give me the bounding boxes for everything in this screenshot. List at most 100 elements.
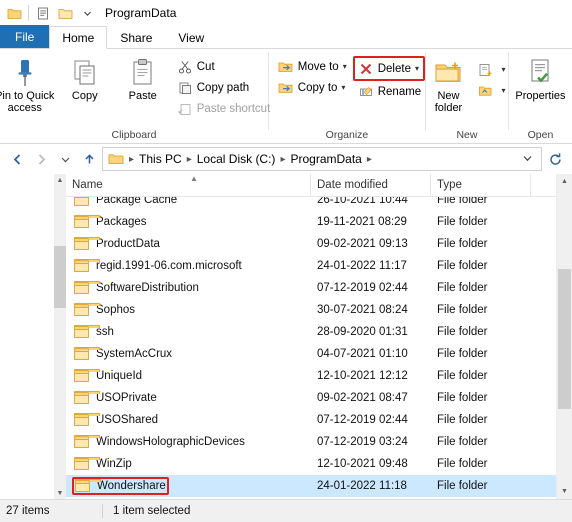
copy-path-button[interactable]: Copy path: [172, 77, 275, 98]
column-header-name[interactable]: Name: [66, 174, 311, 196]
forward-arrow-icon[interactable]: [30, 148, 52, 170]
table-row[interactable]: UniqueId 12-10-2021 12:12 File folder: [66, 365, 556, 387]
move-to-caret-icon[interactable]: ▾: [343, 62, 347, 71]
crumb-sep-2[interactable]: ▸: [278, 154, 287, 165]
row-name-box[interactable]: Package Cache: [72, 197, 179, 208]
crumb-sep-0[interactable]: ▸: [127, 154, 136, 165]
paste-shortcut-button[interactable]: Paste shortcut: [172, 98, 275, 119]
row-name-box[interactable]: SystemAcCrux: [72, 346, 174, 362]
copy-to-caret-icon[interactable]: ▾: [341, 83, 345, 92]
crumb-sep-3[interactable]: ▸: [365, 154, 374, 165]
file-list-scrollbar[interactable]: ▲ ▼: [556, 174, 572, 499]
row-name-box[interactable]: ssh: [72, 324, 116, 340]
breadcrumb-programdata[interactable]: ProgramData: [287, 149, 364, 169]
column-header-type[interactable]: Type: [431, 174, 531, 196]
row-name-box[interactable]: Wondershare: [72, 477, 169, 495]
row-type-cell: File folder: [437, 282, 488, 294]
copy-to-button[interactable]: Copy to ▾: [273, 77, 351, 98]
address-dropdown-caret[interactable]: [516, 154, 539, 165]
folder-icon: [74, 303, 100, 317]
list-scroll-up-arrow[interactable]: ▲: [557, 174, 572, 189]
pin-to-quick-access-label: Pin to Quick access: [0, 90, 55, 114]
table-row[interactable]: Package Cache 26-10-2021 10:44 File folder: [66, 197, 556, 211]
copy-icon: [71, 56, 99, 90]
row-name-box[interactable]: ProductData: [72, 236, 162, 252]
row-name-box[interactable]: Sophos: [72, 302, 137, 318]
new-item-button[interactable]: ▾: [472, 59, 509, 80]
row-name-box[interactable]: Packages: [72, 214, 149, 230]
new-small-buttons: ▾ ▾: [472, 53, 509, 101]
address-path-box[interactable]: ▸ This PC ▸ Local Disk (C:) ▸ ProgramDat…: [102, 147, 542, 171]
row-date-cell: 19-11-2021 08:29: [317, 216, 407, 228]
row-name-box[interactable]: UniqueId: [72, 368, 144, 384]
folder-icon: [74, 197, 90, 207]
delete-label: Delete: [377, 62, 411, 75]
move-to-button[interactable]: Move to ▾: [273, 56, 351, 77]
row-name-cell: ssh: [66, 324, 311, 340]
tab-home[interactable]: Home: [49, 26, 108, 49]
table-row[interactable]: Sophos 30-07-2021 08:24 File folder: [66, 299, 556, 321]
table-row[interactable]: USOPrivate 09-02-2021 08:47 File folder: [66, 387, 556, 409]
table-row[interactable]: ssh 28-09-2020 01:31 File folder: [66, 321, 556, 343]
delete-caret-icon[interactable]: ▾: [415, 64, 419, 73]
row-name-box[interactable]: WinZip: [72, 456, 134, 472]
table-row[interactable]: WinZip 12-10-2021 09:48 File folder: [66, 453, 556, 475]
breadcrumb-this-pc[interactable]: This PC: [136, 149, 185, 169]
row-name-box[interactable]: WindowsHolographicDevices: [72, 434, 247, 450]
new-folder-qat-icon[interactable]: [55, 3, 75, 23]
up-arrow-icon[interactable]: [78, 148, 100, 170]
table-row[interactable]: USOShared 07-12-2019 02:44 File folder: [66, 409, 556, 431]
folder-icon: [74, 391, 100, 405]
tab-share[interactable]: Share: [107, 26, 165, 48]
column-header-date-modified[interactable]: Date modified: [311, 174, 431, 196]
nav-scroll-down-arrow[interactable]: ▼: [54, 487, 66, 499]
file-explorer-icon[interactable]: [4, 3, 24, 23]
table-row[interactable]: WindowsHolographicDevices 07-12-2019 03:2…: [66, 431, 556, 453]
new-item-icon: [476, 62, 494, 78]
refresh-icon[interactable]: [544, 148, 566, 170]
cut-button[interactable]: Cut: [172, 56, 275, 77]
table-row[interactable]: Wondershare 24-01-2022 11:18 File folder: [66, 475, 556, 497]
tab-view[interactable]: View: [165, 26, 217, 48]
navigation-scrollbar[interactable]: ▲ ▼: [54, 174, 66, 499]
crumb-sep-1[interactable]: ▸: [185, 154, 194, 165]
easy-access-button[interactable]: ▾: [472, 80, 509, 101]
back-arrow-icon[interactable]: [6, 148, 28, 170]
move-to-icon: [277, 59, 295, 75]
table-row[interactable]: SystemAcCrux 04-07-2021 01:10 File folder: [66, 343, 556, 365]
recent-locations-caret[interactable]: [54, 148, 76, 170]
paste-button[interactable]: Paste: [114, 53, 172, 102]
clipboard-small-buttons: Cut Copy path Paste shortcut: [172, 53, 275, 119]
navigation-pane[interactable]: ▲ ▼: [0, 174, 66, 499]
properties-button[interactable]: Properties: [510, 53, 570, 102]
nav-scroll-thumb[interactable]: [54, 246, 66, 308]
properties-qat-icon[interactable]: [33, 3, 53, 23]
new-folder-button[interactable]: New folder: [424, 53, 472, 114]
row-name-label: USOPrivate: [96, 392, 157, 404]
column-headers: Name Date modified Type ▲: [66, 174, 556, 197]
organize-col-1: Move to ▾ Copy to ▾: [273, 53, 351, 98]
new-item-caret-icon[interactable]: ▾: [501, 65, 505, 74]
easy-access-caret-icon[interactable]: ▾: [501, 86, 505, 95]
status-selection-info: 1 item selected: [113, 505, 191, 517]
table-row[interactable]: regid.1991-06.com.microsoft 24-01-2022 11…: [66, 255, 556, 277]
customize-qat-caret[interactable]: [77, 3, 97, 23]
list-scroll-down-arrow[interactable]: ▼: [557, 484, 572, 499]
nav-scroll-up-arrow[interactable]: ▲: [54, 174, 66, 186]
row-name-box[interactable]: SoftwareDistribution: [72, 280, 201, 296]
delete-button[interactable]: Delete ▾: [352, 56, 426, 81]
row-name-box[interactable]: USOPrivate: [72, 390, 159, 406]
row-name-cell: Sophos: [66, 302, 311, 318]
copy-button[interactable]: Copy: [56, 53, 114, 102]
breadcrumb-local-disk[interactable]: Local Disk (C:): [194, 149, 279, 169]
tab-file[interactable]: File: [0, 25, 50, 48]
table-row[interactable]: ProductData 09-02-2021 09:13 File folder: [66, 233, 556, 255]
row-name-box[interactable]: USOShared: [72, 412, 160, 428]
pin-to-quick-access-button[interactable]: Pin to Quick access: [0, 53, 56, 114]
rename-button[interactable]: Rename: [353, 81, 425, 102]
list-scroll-thumb[interactable]: [558, 269, 571, 409]
table-row[interactable]: SoftwareDistribution 07-12-2019 02:44 File…: [66, 277, 556, 299]
row-name-box[interactable]: regid.1991-06.com.microsoft: [72, 258, 244, 274]
ribbon-group-organize: Move to ▾ Copy to ▾ Delete ▾ Rename Orga…: [269, 49, 426, 143]
table-row[interactable]: Packages 19-11-2021 08:29 File folder: [66, 211, 556, 233]
